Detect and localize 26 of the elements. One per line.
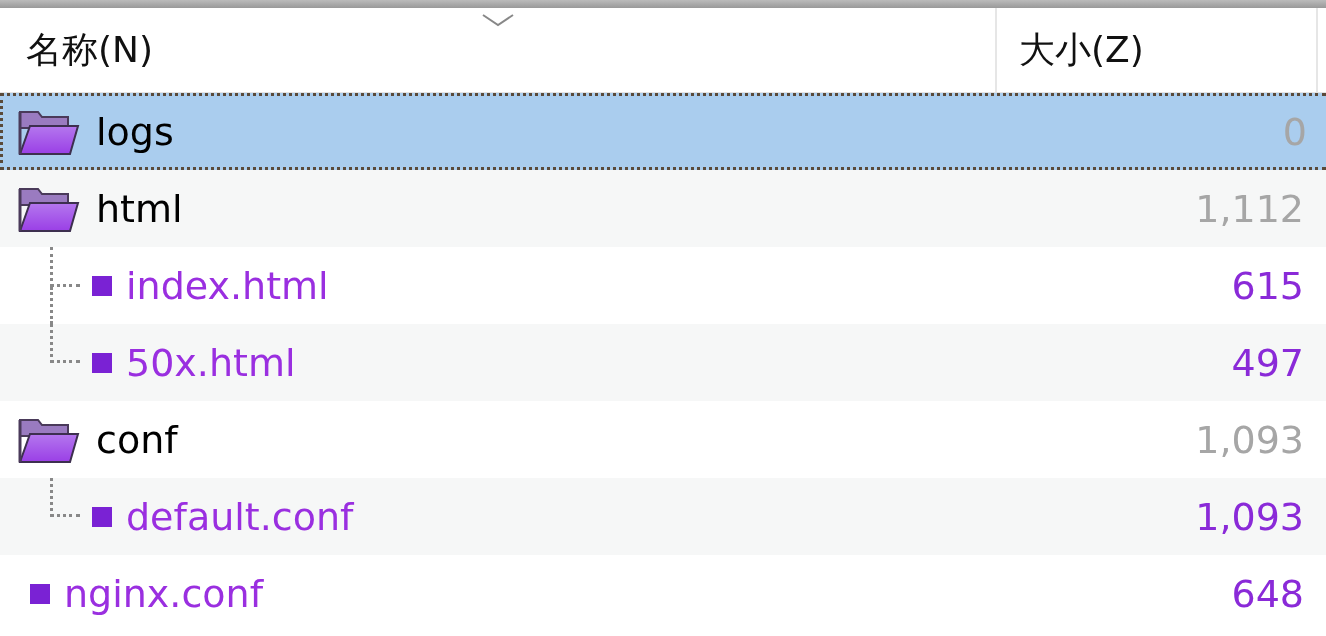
file-size: 648 [1231,571,1304,616]
tree-row[interactable]: nginx.conf 648 [0,555,1326,632]
file-icon [92,275,112,296]
file-size: 1,093 [1195,417,1304,462]
tree-row[interactable]: logs 0 [0,93,1326,170]
file-name: conf [96,417,178,462]
file-name: index.html [126,263,329,308]
file-size: 1,112 [1195,186,1304,231]
file-name: html [96,186,183,231]
file-size: 1,093 [1195,494,1304,539]
file-name: 50x.html [126,340,296,385]
tree-row[interactable]: 50x.html 497 [0,324,1326,401]
tree-row[interactable]: default.conf 1,093 [0,478,1326,555]
file-size: 0 [1282,109,1307,154]
file-name: logs [96,109,174,154]
file-icon [92,506,112,527]
file-name: nginx.conf [64,571,264,616]
file-icon [30,583,50,604]
sort-indicator-icon [480,12,515,28]
tree-row[interactable]: html 1,112 [0,170,1326,247]
file-size: 615 [1231,263,1304,308]
file-size: 497 [1231,340,1304,385]
file-name: default.conf [126,494,354,539]
file-icon [92,352,112,373]
tree-row[interactable]: conf 1,093 [0,401,1326,478]
tree-line [50,478,80,517]
